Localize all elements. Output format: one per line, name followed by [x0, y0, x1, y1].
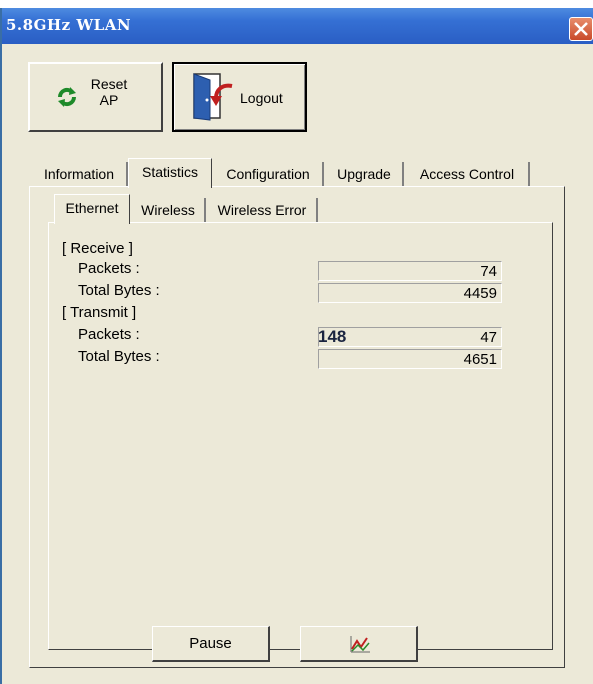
- refresh-icon: [57, 87, 77, 107]
- chart-icon: [350, 636, 370, 653]
- tab-access-control[interactable]: Access Control: [406, 162, 530, 186]
- tab-statistics[interactable]: Statistics: [128, 158, 212, 188]
- tab-wireless-error[interactable]: Wireless Error: [208, 198, 318, 222]
- receive-packets-value: 74: [318, 261, 502, 281]
- overlay-number: 148: [318, 327, 347, 346]
- transmit-packets-label: Packets :: [78, 326, 140, 343]
- tab-configuration[interactable]: Configuration: [214, 162, 324, 186]
- reset-label-line2: AP: [99, 92, 119, 108]
- tab-information[interactable]: Information: [32, 162, 128, 186]
- tab-upgrade[interactable]: Upgrade: [326, 162, 404, 186]
- reset-ap-label: Reset AP: [84, 76, 134, 108]
- reset-ap-button[interactable]: Reset AP: [28, 62, 163, 132]
- logout-button[interactable]: Logout: [172, 62, 307, 132]
- app-window: 5.8GHz WLAN Reset AP Logout Information …: [0, 8, 593, 684]
- tab-wireless[interactable]: Wireless: [132, 198, 206, 222]
- receive-header: [ Receive ]: [62, 240, 133, 257]
- tab-ethernet[interactable]: Ethernet: [54, 194, 130, 224]
- transmit-bytes-label: Total Bytes :: [78, 348, 160, 365]
- reset-label-line1: Reset: [90, 76, 128, 92]
- receive-bytes-value: 4459: [318, 283, 502, 303]
- pause-button[interactable]: Pause: [152, 626, 270, 662]
- receive-packets-label: Packets :: [78, 260, 140, 277]
- close-button[interactable]: [569, 17, 593, 41]
- logout-label: Logout: [240, 90, 283, 106]
- receive-bytes-label: Total Bytes :: [78, 282, 160, 299]
- transmit-header: [ Transmit ]: [62, 304, 137, 321]
- window-title: 5.8GHz WLAN: [6, 16, 132, 34]
- door-exit-icon: [193, 73, 233, 121]
- title-bar[interactable]: 5.8GHz WLAN: [2, 8, 593, 44]
- client-area: Reset AP Logout Information Statistics C…: [2, 44, 593, 684]
- close-icon: [574, 22, 588, 36]
- chart-button[interactable]: [300, 626, 418, 662]
- transmit-bytes-value: 4651: [318, 349, 502, 369]
